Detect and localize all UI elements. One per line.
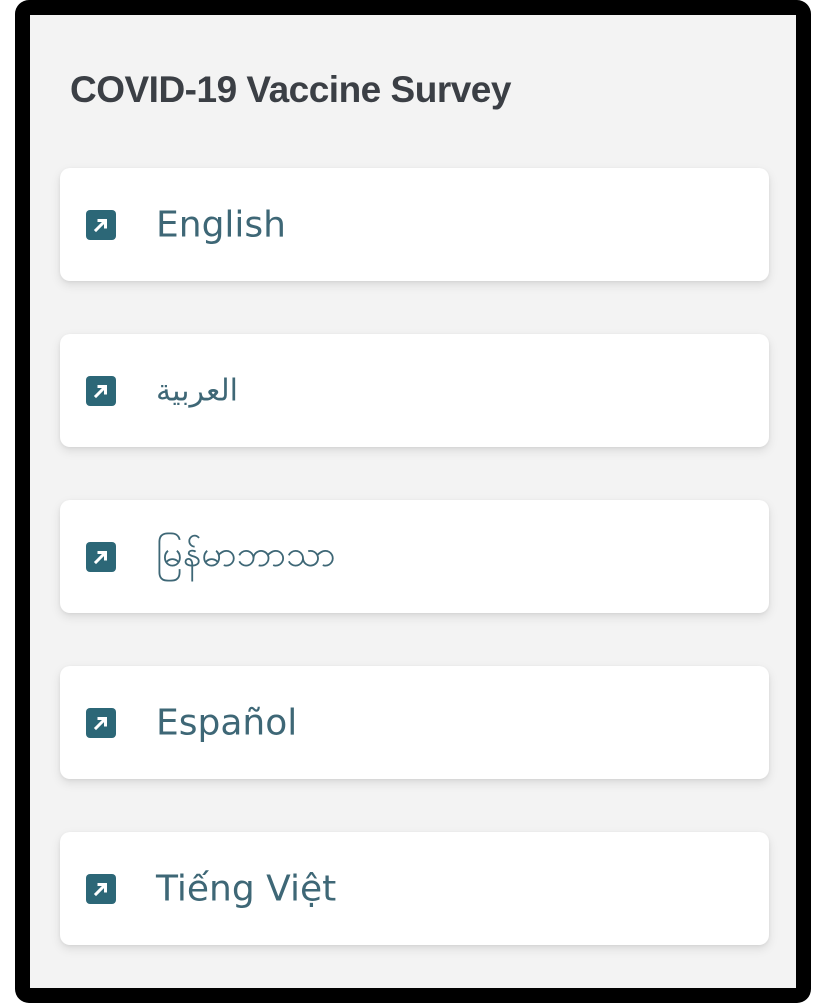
- language-link-label: Tiếng Việt: [156, 868, 337, 909]
- external-link-icon: [86, 873, 116, 904]
- language-link-label: English: [156, 204, 286, 245]
- language-link-label: العربية: [156, 373, 238, 408]
- language-link-english[interactable]: English: [60, 168, 769, 281]
- survey-panel: COVID-19 Vaccine Survey English العربية …: [15, 0, 811, 1003]
- external-link-icon: [86, 541, 116, 572]
- external-link-icon: [86, 707, 116, 738]
- language-link-arabic[interactable]: العربية: [60, 334, 769, 447]
- page-title: COVID-19 Vaccine Survey: [70, 69, 511, 110]
- language-link-spanish[interactable]: Español: [60, 666, 769, 779]
- language-link-vietnamese[interactable]: Tiếng Việt: [60, 832, 769, 945]
- language-link-label: Español: [156, 702, 298, 743]
- language-link-burmese[interactable]: မြန်မာဘာသာ: [60, 500, 769, 613]
- language-link-label: မြန်မာဘာသာ: [156, 533, 336, 575]
- external-link-icon: [86, 209, 116, 240]
- external-link-icon: [86, 375, 116, 406]
- language-link-list: English العربية မြန်မာဘာသာ Español Tiếng: [60, 168, 769, 945]
